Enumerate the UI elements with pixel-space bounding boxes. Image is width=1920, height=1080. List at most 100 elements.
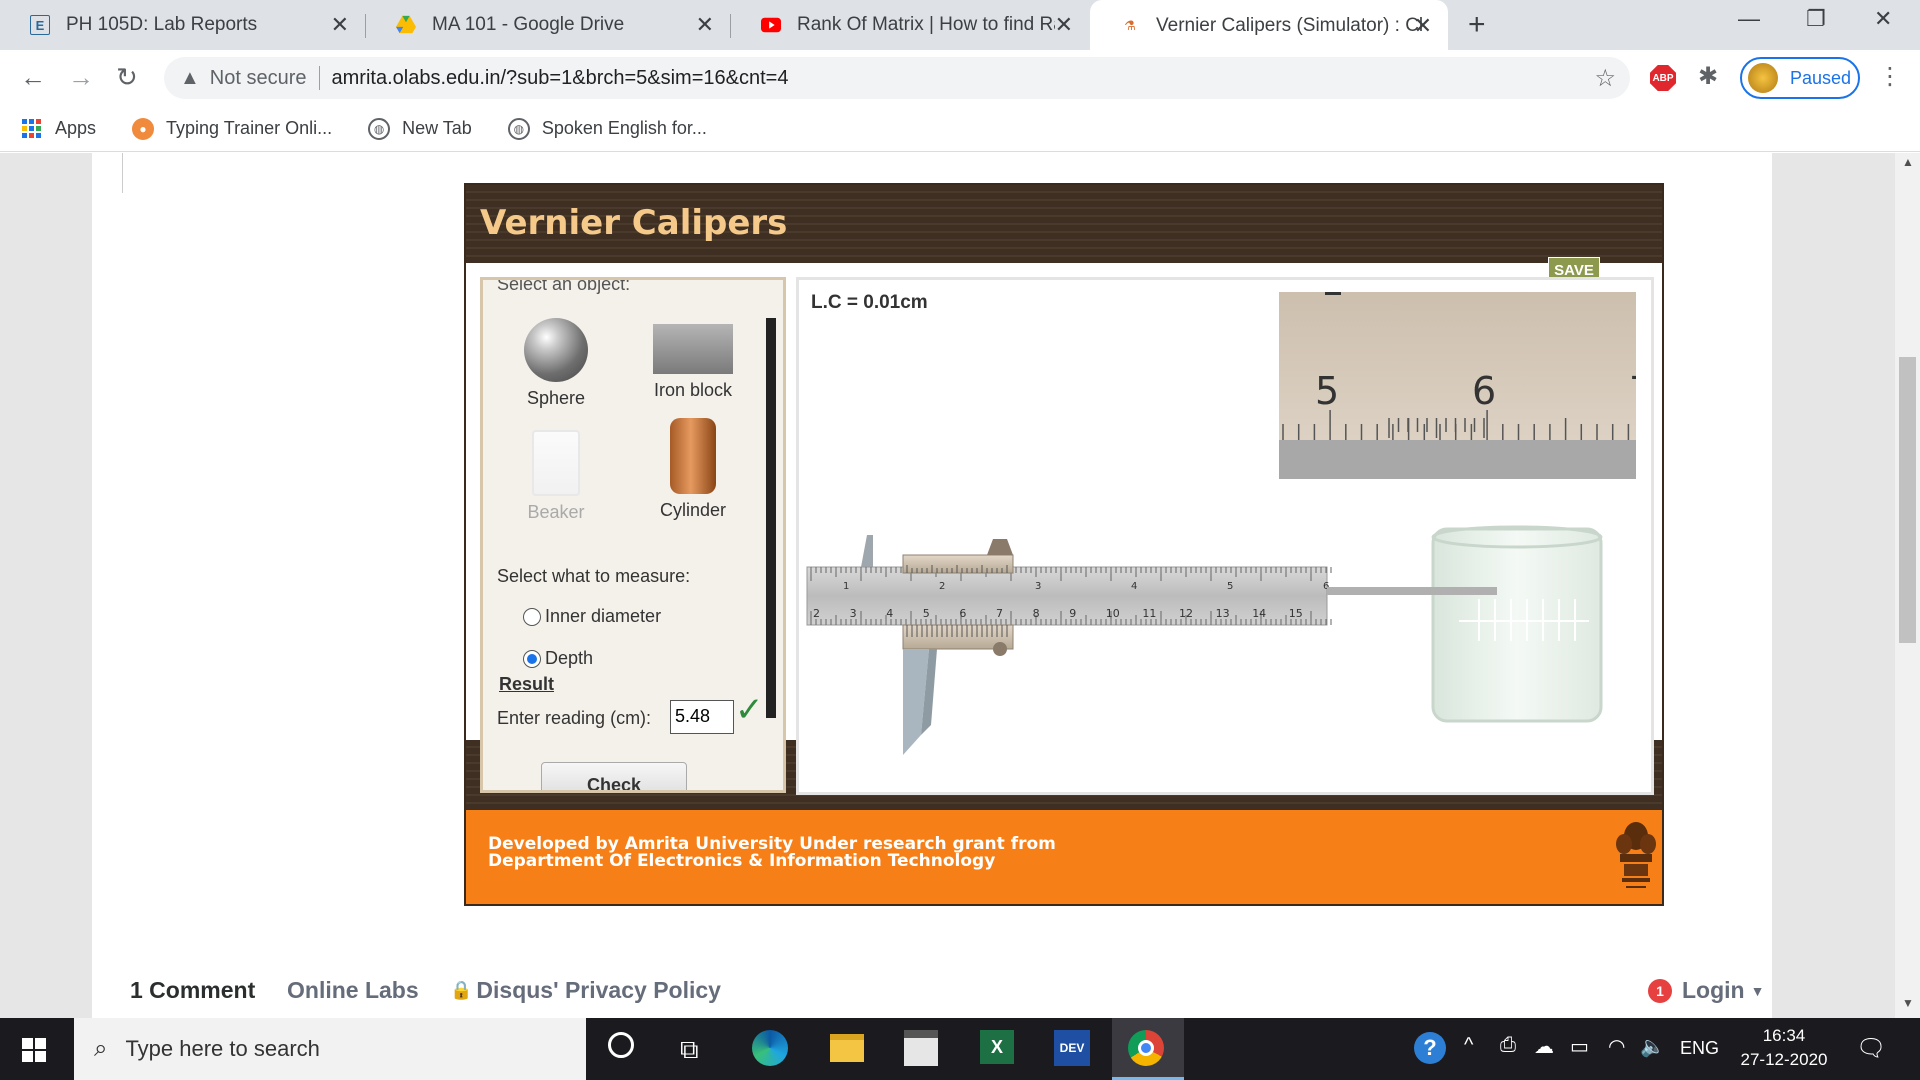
language-indicator[interactable]: ENG	[1680, 1038, 1719, 1059]
close-icon[interactable]: ✕	[1414, 13, 1432, 39]
object-cylinder[interactable]: Cylinder	[643, 418, 743, 521]
panel-scrollbar[interactable]	[766, 318, 776, 718]
chevron-down-icon: ▼	[1750, 982, 1765, 999]
security-label[interactable]: Not secure	[210, 67, 307, 90]
windows-start-icon[interactable]	[22, 1038, 46, 1067]
adblock-icon[interactable]: ABP	[1650, 65, 1676, 91]
devcpp-icon[interactable]: DEV	[1054, 1030, 1090, 1066]
tab-vernier-calipers[interactable]: ⚗ Vernier Calipers (Simulator) : Clas ✕	[1090, 0, 1448, 52]
scroll-up-icon[interactable]: ▲	[1902, 155, 1914, 169]
site-link[interactable]: Online Labs	[287, 977, 419, 1004]
scroll-down-icon[interactable]: ▼	[1902, 996, 1914, 1010]
login-menu[interactable]: 1 Login ▼	[1648, 977, 1764, 1004]
result-link[interactable]: Result	[499, 674, 554, 695]
task-view-icon[interactable]: ⧉	[680, 1034, 699, 1066]
minimize-icon[interactable]: —	[1738, 6, 1760, 32]
scroll-thumb[interactable]	[1899, 357, 1916, 643]
cortana-icon[interactable]	[608, 1032, 634, 1058]
warning-icon[interactable]: ▲	[180, 67, 200, 90]
lower-scale-label: 13	[1216, 607, 1230, 620]
wifi-icon[interactable]: ◠	[1608, 1034, 1625, 1059]
new-tab-button[interactable]: +	[1468, 8, 1486, 42]
lower-scale-label: 4	[886, 607, 893, 620]
radio-label: Inner diameter	[545, 606, 662, 626]
comment-count[interactable]: 1 Comment	[130, 977, 255, 1004]
taskbar-search[interactable]: ⌕ Type here to search	[74, 1018, 586, 1080]
meet-now-icon[interactable]: ⎙	[1500, 1034, 1516, 1057]
onedrive-icon[interactable]: ☁	[1534, 1034, 1554, 1059]
object-sphere[interactable]: Sphere	[511, 318, 601, 409]
depth-rod	[1327, 587, 1497, 595]
bookmark-label: New Tab	[402, 118, 472, 138]
bookmark-star-icon[interactable]: ☆	[1594, 64, 1616, 93]
radio-button[interactable]	[523, 649, 541, 668]
sim-footer: Developed by Amrita University Under res…	[466, 810, 1662, 904]
radio-button[interactable]	[523, 607, 541, 626]
radio-inner-diameter[interactable]: Inner diameter	[523, 606, 661, 627]
sim-title: Vernier Calipers	[480, 203, 788, 243]
lock-screw[interactable]	[987, 539, 1013, 555]
object-beaker[interactable]: Beaker	[511, 430, 601, 523]
close-icon[interactable]: ✕	[696, 12, 714, 38]
tab-lab-reports[interactable]: E PH 105D: Lab Reports ✕	[0, 0, 365, 50]
clock-time: 16:34	[1762, 1026, 1806, 1045]
reading-input[interactable]: 5.48	[670, 700, 734, 734]
main-scale-label: 1	[843, 581, 849, 592]
close-icon[interactable]: ✕	[1055, 12, 1073, 38]
object-iron-block[interactable]: Iron block	[643, 324, 743, 401]
vernier-caliper[interactable]: 123456 2 3 4 5 6 7 8 9 10 11 12 13 14 15	[803, 525, 1653, 755]
privacy-link[interactable]: 🔒 Disqus' Privacy Policy	[450, 977, 721, 1004]
back-icon[interactable]: ←	[20, 62, 46, 93]
edge-icon[interactable]	[752, 1030, 788, 1066]
close-icon[interactable]: ✕	[331, 12, 349, 38]
profile-button[interactable]: Paused	[1740, 57, 1860, 99]
apps-icon	[22, 119, 41, 138]
taskbar: ⌕ Type here to search ⧉ X DEV ? ^ ⎙ ☁ ▭ …	[0, 1018, 1920, 1080]
control-panel: Select an object: Sphere Iron block Beak…	[480, 277, 786, 793]
chevron-up-icon[interactable]: ^	[1464, 1034, 1473, 1057]
lower-scale-label: 3	[850, 607, 857, 620]
least-count: L.C = 0.01cm	[811, 292, 928, 313]
volume-icon[interactable]: 🔈	[1640, 1034, 1665, 1059]
help-icon[interactable]: ?	[1414, 1032, 1446, 1064]
bookmark-apps[interactable]: Apps	[22, 118, 96, 139]
extensions-icon[interactable]: ✱	[1698, 62, 1718, 91]
bookmark-typing-trainer[interactable]: ● Typing Trainer Onli...	[132, 117, 332, 140]
bookmark-spoken-english[interactable]: ◍ Spoken English for...	[507, 117, 707, 140]
upper-jaw-fixed	[861, 535, 873, 567]
sim-header: Vernier Calipers	[466, 185, 1662, 263]
national-emblem-icon	[1616, 822, 1656, 888]
lower-scale-label: 9	[1069, 607, 1076, 620]
select-object-label: Select an object:	[497, 277, 631, 294]
clock[interactable]: 16:34 27-12-2020	[1734, 1024, 1834, 1072]
battery-icon[interactable]: ▭	[1570, 1034, 1589, 1059]
search-icon: ⌕	[94, 1035, 108, 1062]
file-explorer-icon[interactable]	[830, 1034, 864, 1062]
forward-icon[interactable]: →	[68, 62, 94, 93]
cylinder-icon	[670, 418, 716, 494]
radio-depth[interactable]: Depth	[523, 648, 593, 669]
main-scale-label: 5	[1227, 581, 1233, 592]
typing-trainer-icon: ●	[132, 117, 155, 140]
privacy-label: Disqus' Privacy Policy	[476, 977, 721, 1003]
lower-scale-label: 15	[1289, 607, 1303, 620]
lower-scale-label: 14	[1252, 607, 1266, 620]
address-bar[interactable]: ▲ Not secure amrita.olabs.edu.in/?sub=1&…	[164, 57, 1630, 99]
tab-rank-of-matrix[interactable]: Rank Of Matrix | How to find Ran ✕	[731, 0, 1089, 50]
chrome-menu-icon[interactable]: ⋮	[1878, 62, 1902, 91]
bookmark-new-tab[interactable]: ◍ New Tab	[368, 117, 472, 140]
reload-icon[interactable]: ↻	[116, 62, 138, 93]
url-text[interactable]: amrita.olabs.edu.in/?sub=1&brch=5&sim=16…	[332, 67, 789, 90]
object-label: Cylinder	[659, 500, 727, 520]
tab-google-drive[interactable]: MA 101 - Google Drive ✕	[366, 0, 730, 50]
store-icon[interactable]	[904, 1030, 938, 1066]
radio-label: Depth	[545, 648, 594, 668]
restore-icon[interactable]: ❐	[1806, 6, 1826, 32]
zoom-label-7: 7	[1629, 369, 1636, 413]
chrome-taskbar-button[interactable]	[1112, 1018, 1184, 1080]
check-button[interactable]: Check	[541, 762, 687, 790]
window-close-icon[interactable]: ✕	[1874, 6, 1892, 32]
excel-icon[interactable]: X	[980, 1030, 1014, 1064]
notifications-icon[interactable]: 🗨	[1856, 1034, 1886, 1063]
page-scrollbar[interactable]: ▲ ▼	[1895, 153, 1920, 1018]
